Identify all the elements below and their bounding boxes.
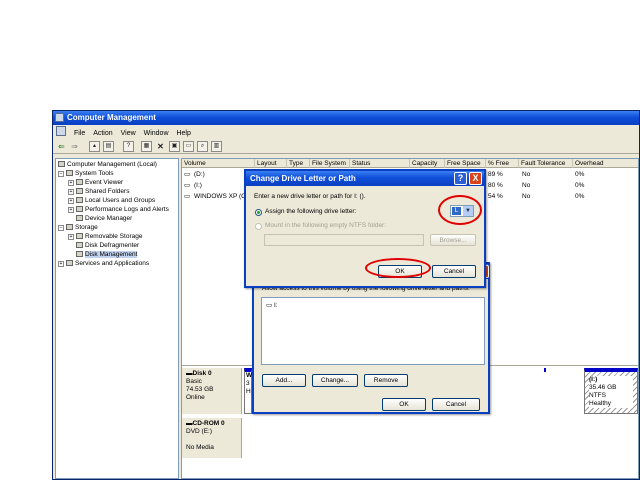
- mount-folder-path-field[interactable]: [264, 234, 424, 246]
- services-icon: [66, 260, 73, 266]
- col-overhead[interactable]: Overhead: [572, 159, 604, 168]
- disk0-info[interactable]: ▬Disk 0 Basic 74.53 GB Online: [182, 368, 242, 414]
- window-title: Computer Management: [67, 113, 156, 122]
- window-titlebar[interactable]: Computer Management: [53, 111, 639, 125]
- storage-icon: [66, 224, 73, 230]
- drive-icon: ▭: [266, 302, 273, 309]
- cancel-button[interactable]: Cancel: [432, 265, 476, 278]
- paths-ok-button[interactable]: OK: [382, 398, 426, 411]
- partition-c[interactable]: W 3 H: [244, 368, 252, 414]
- collapse-icon[interactable]: −: [58, 171, 64, 177]
- properties-icon[interactable]: ▦: [141, 141, 152, 152]
- search-icon[interactable]: ⌕: [197, 141, 208, 152]
- properties-sheet-icon[interactable]: ▣: [169, 141, 180, 152]
- assign-letter-radio[interactable]: [255, 209, 262, 216]
- view-list-icon[interactable]: ▥: [211, 141, 222, 152]
- show-hide-tree-icon[interactable]: ▤: [103, 141, 114, 152]
- cdrom0-info[interactable]: ▬CD-ROM 0 DVD (E:) No Media: [182, 418, 242, 458]
- disk0-size: 74.53 GB: [186, 386, 214, 393]
- forward-arrow-icon[interactable]: ⇒: [69, 141, 80, 152]
- col-volume[interactable]: Volume: [182, 159, 206, 168]
- col-capacity[interactable]: Capacity: [409, 159, 437, 168]
- col-layout[interactable]: Layout: [254, 159, 277, 168]
- browse-button[interactable]: Browse...: [430, 234, 476, 246]
- drive-path-item[interactable]: ▭ I:: [266, 302, 278, 310]
- col-free-space[interactable]: Free Space: [444, 159, 481, 168]
- add-button[interactable]: Add...: [262, 374, 306, 387]
- menu-bar: File Action View Window Help: [53, 126, 639, 138]
- partition-i[interactable]: (I:) 35.46 GB NTFS Healthy: [584, 368, 638, 414]
- help-icon[interactable]: ?: [123, 141, 134, 152]
- expand-icon[interactable]: +: [58, 261, 64, 267]
- tree-storage[interactable]: − Storage: [58, 224, 98, 232]
- remove-button[interactable]: Remove: [364, 374, 408, 387]
- col-type[interactable]: Type: [286, 159, 303, 168]
- app-icon: [55, 113, 64, 122]
- col-status[interactable]: Status: [349, 159, 370, 168]
- tree-performance-logs[interactable]: + Performance Logs and Alerts: [68, 206, 169, 214]
- drive-letter-highlight-circle: [438, 195, 482, 225]
- expand-icon[interactable]: +: [68, 207, 74, 213]
- tree-shared-folders[interactable]: + Shared Folders: [68, 188, 129, 196]
- mount-folder-label[interactable]: Mount in the following empty NTFS folder…: [265, 222, 386, 230]
- event-viewer-icon: [76, 179, 83, 185]
- tree-disk-defragmenter[interactable]: Disk Defragmenter: [76, 242, 139, 250]
- console-tree: Computer Management (Local) − System Tool…: [55, 158, 179, 479]
- performance-icon: [76, 206, 83, 212]
- mount-folder-radio[interactable]: [255, 223, 262, 230]
- users-icon: [76, 197, 83, 203]
- open-folder-icon[interactable]: ▭: [183, 141, 194, 152]
- delete-icon[interactable]: ✕: [155, 141, 166, 152]
- drive-icon: ▭: [184, 182, 191, 189]
- partition-divider: [544, 368, 546, 414]
- collapse-icon[interactable]: −: [58, 225, 64, 231]
- tree-root[interactable]: Computer Management (Local): [58, 161, 157, 169]
- back-arrow-icon[interactable]: ⇐: [56, 141, 67, 152]
- col-pct-free[interactable]: % Free: [485, 159, 509, 168]
- folder-icon: [76, 188, 83, 194]
- drive-icon: ▭: [184, 171, 191, 178]
- disk0-type: Basic: [186, 378, 202, 385]
- tree-disk-management[interactable]: Disk Management: [76, 251, 138, 259]
- volume-list-header: Volume Layout Type File System Status Ca…: [182, 159, 638, 168]
- up-level-icon[interactable]: ▴: [89, 141, 100, 152]
- expand-icon[interactable]: +: [68, 234, 74, 240]
- tree-event-viewer[interactable]: + Event Viewer: [68, 179, 123, 187]
- expand-icon[interactable]: +: [68, 189, 74, 195]
- assign-letter-label[interactable]: Assign the following drive letter:: [265, 208, 356, 216]
- change-drive-letter-title: Change Drive Letter or Path: [250, 174, 356, 183]
- change-drive-letter-titlebar[interactable]: Change Drive Letter or Path ? X: [246, 171, 484, 186]
- expand-icon[interactable]: +: [68, 198, 74, 204]
- cdrom0-name: ▬CD-ROM 0: [186, 420, 225, 427]
- disk0-name: ▬Disk 0: [186, 370, 212, 377]
- col-file-system[interactable]: File System: [309, 159, 346, 168]
- col-fault-tolerance[interactable]: Fault Tolerance: [518, 159, 565, 168]
- drive-icon: ▭: [184, 193, 191, 200]
- tree-device-manager[interactable]: Device Manager: [76, 215, 132, 223]
- computer-icon: [58, 161, 65, 167]
- drive-paths-list[interactable]: ▭ I:: [261, 297, 485, 365]
- device-manager-icon: [76, 215, 83, 221]
- tree-local-users[interactable]: + Local Users and Groups: [68, 197, 155, 205]
- expand-icon[interactable]: +: [68, 180, 74, 186]
- toolbox-icon: [66, 170, 73, 176]
- defrag-icon: [76, 242, 83, 248]
- close-icon[interactable]: X: [469, 172, 482, 185]
- tree-system-tools[interactable]: − System Tools: [58, 170, 114, 178]
- tree-removable-storage[interactable]: + Removable Storage: [68, 233, 142, 241]
- tree-services-apps[interactable]: + Services and Applications: [58, 260, 149, 268]
- toolbar: ⇐ ⇒ ▴ ▤ ? ▦ ✕ ▣ ▭ ⌕ ▥: [53, 139, 639, 154]
- disk-management-icon: [76, 251, 83, 257]
- disk0-status: Online: [186, 394, 205, 401]
- ok-highlight-circle: [365, 258, 431, 278]
- cdrom0-status: No Media: [186, 444, 214, 451]
- removable-storage-icon: [76, 233, 83, 239]
- paths-cancel-button[interactable]: Cancel: [432, 398, 480, 411]
- change-prompt: Enter a new drive letter or path for I: …: [254, 193, 366, 200]
- system-menu-icon[interactable]: [56, 126, 66, 136]
- help-button-icon[interactable]: ?: [454, 172, 467, 185]
- cdrom0-type: DVD (E:): [186, 428, 212, 435]
- change-button[interactable]: Change...: [312, 374, 358, 387]
